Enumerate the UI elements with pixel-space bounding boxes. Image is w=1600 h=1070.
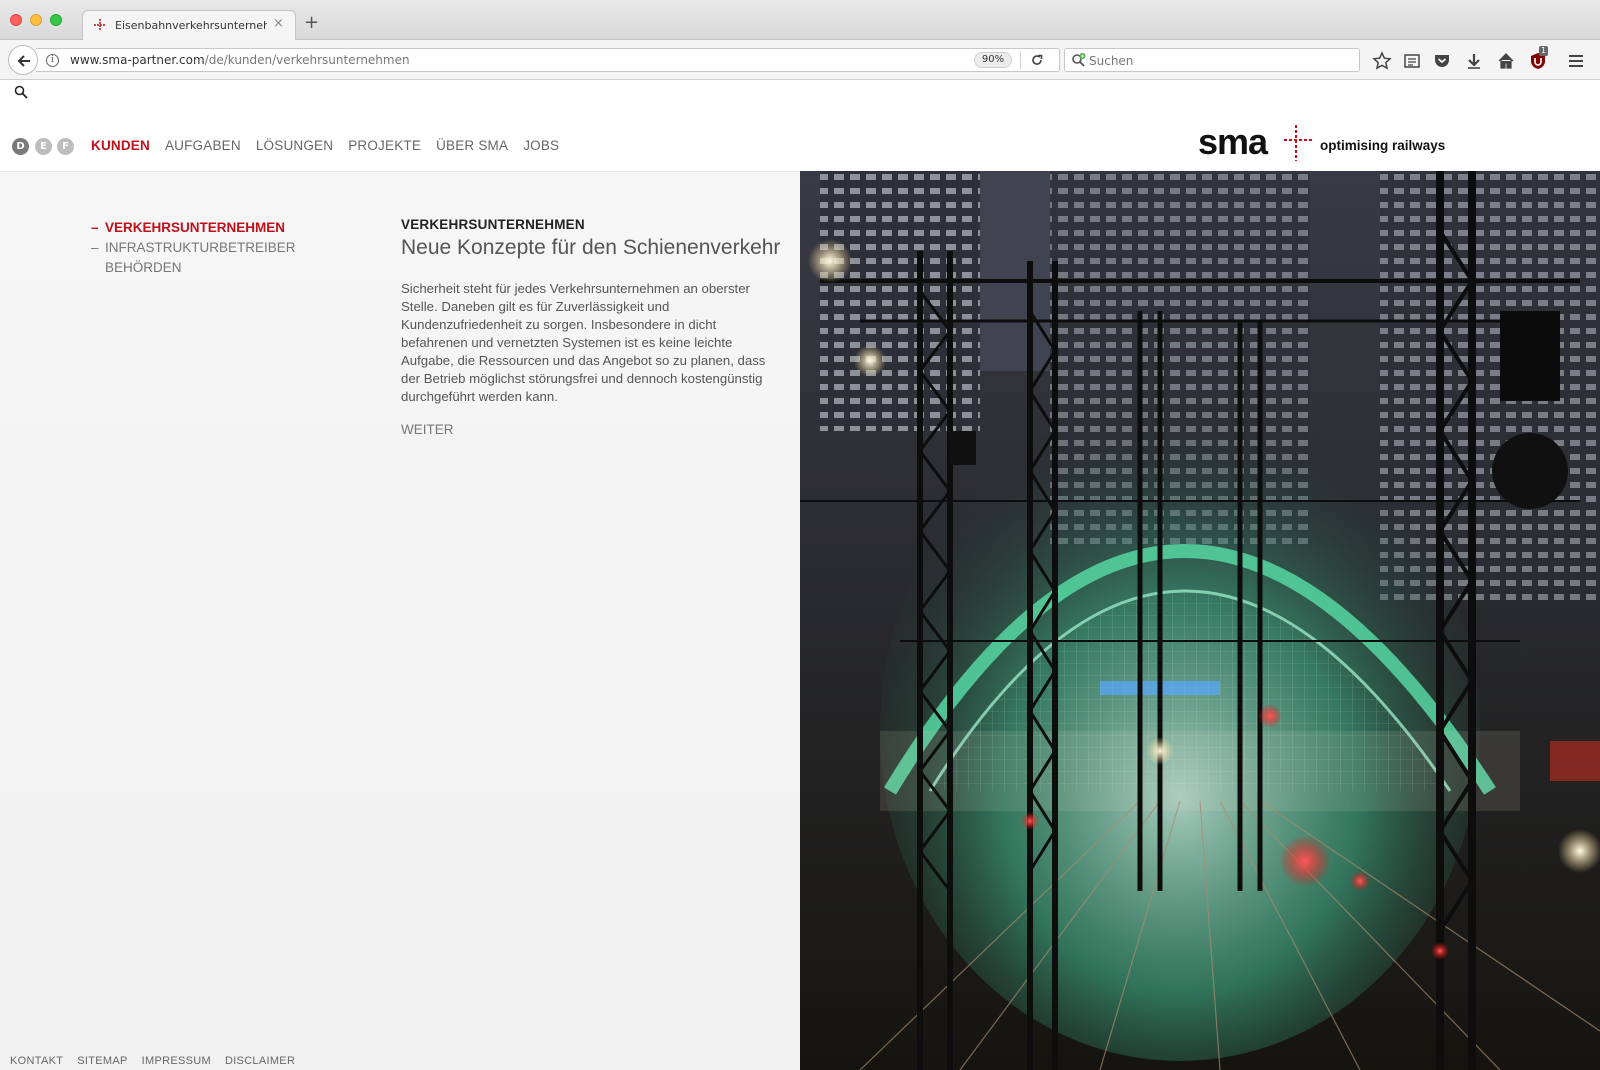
main-navigation: KUNDEN AUFGABEN LÖSUNGEN PROJEKTE ÜBER S… [91,138,559,153]
new-tab-button[interactable]: + [304,12,319,33]
zoom-window-button[interactable] [50,14,62,26]
logo-text: sma [1198,121,1268,162]
nav-aufgaben[interactable]: AUFGABEN [165,138,241,153]
content-panel: – VERKEHRSUNTERNEHMEN – INFRASTRUKTURBET… [0,171,800,1070]
subnav-item-label: INFRASTRUKTURBETREIBER [105,240,296,255]
logo-tagline: optimising railways [1320,138,1446,153]
browser-tabbar: Eisenbahnverkehrsunternehmen × + [0,0,1600,41]
subnav-dash: – [91,240,99,255]
subnav-dash: – [91,220,99,235]
address-bar[interactable]: i www.sma-partner.com/de/kunden/verkehrs… [36,48,1060,72]
close-tab-icon[interactable]: × [273,16,284,31]
article-body: Sicherheit steht für jedes Verkehrsunter… [401,281,766,404]
minimize-window-button[interactable] [30,14,42,26]
search-bar[interactable]: Suchen [1064,48,1360,72]
hero-image [800,171,1600,1070]
subnav-item-label: VERKEHRSUNTERNEHMEN [105,220,286,235]
footer-disclaimer-link[interactable]: DISCLAIMER [225,1055,295,1067]
footer-sitemap-link[interactable]: SITEMAP [77,1055,127,1067]
site-header: D E F KUNDEN AUFGABEN LÖSUNGEN PROJEKTE … [0,121,1600,171]
hamburger-menu-icon[interactable] [1566,51,1586,71]
web-page: D E F KUNDEN AUFGABEN LÖSUNGEN PROJEKTE … [0,81,1600,1070]
ublock-badge: 1 [1539,46,1549,56]
subnav-dash [91,258,105,278]
tab-title: Eisenbahnverkehrsunternehmen [115,19,267,32]
search-engine-icon [1072,53,1086,67]
article: VERKEHRSUNTERNEHMEN Neue Konzepte für de… [401,217,781,437]
search-icon[interactable] [14,85,28,99]
download-icon[interactable] [1464,51,1484,71]
site-footer: KONTAKT SITEMAP IMPRESSUM DISCLAIMER [10,1055,295,1067]
nav-jobs[interactable]: JOBS [523,138,559,153]
weiter-link[interactable]: WEITER [401,422,781,437]
language-de-button[interactable]: D [12,138,29,155]
close-window-button[interactable] [10,14,22,26]
search-placeholder: Suchen [1089,54,1134,68]
subnav-item-verkehrsunternehmen[interactable]: – VERKEHRSUNTERNEHMEN [91,218,296,238]
footer-impressum-link[interactable]: IMPRESSUM [142,1055,211,1067]
language-fr-button[interactable]: F [57,138,74,155]
nav-kunden[interactable]: KUNDEN [91,138,150,153]
back-button[interactable] [8,45,38,75]
footer-kontakt-link[interactable]: KONTAKT [10,1055,63,1067]
site-info-icon[interactable]: i [46,54,59,67]
nav-loesungen[interactable]: LÖSUNGEN [256,138,333,153]
url-separator [1020,51,1021,70]
sub-navigation: – VERKEHRSUNTERNEHMEN – INFRASTRUKTURBET… [91,218,296,278]
url-path: /de/kunden/verkehrsunternehmen [204,53,410,67]
logo-plus-icon [1284,125,1312,161]
nav-ueber-sma[interactable]: ÜBER SMA [436,138,508,153]
article-kicker: VERKEHRSUNTERNEHMEN [401,217,585,232]
home-icon[interactable] [1496,51,1516,71]
subnav-item-infrastrukturbetreiber[interactable]: – INFRASTRUKTURBETREIBER [91,238,296,258]
railway-night-photo [800,171,1600,1070]
reading-list-icon[interactable] [1402,51,1422,71]
bookmark-star-icon[interactable] [1372,51,1392,71]
subnav-item-label: BEHÖRDEN [105,260,182,275]
browser-tab[interactable]: Eisenbahnverkehrsunternehmen × [82,10,296,41]
subnav-item-behoerden[interactable]: BEHÖRDEN [91,258,296,278]
sma-logo[interactable]: sma [1198,121,1318,163]
pocket-icon[interactable] [1432,51,1452,71]
url-text[interactable]: www.sma-partner.com/de/kunden/verkehrsun… [70,53,410,67]
browser-navbar: i www.sma-partner.com/de/kunden/verkehrs… [0,40,1600,80]
reload-icon[interactable] [1030,53,1044,67]
language-en-button[interactable]: E [35,138,52,155]
url-host: www.sma-partner.com [70,53,205,67]
back-arrow-icon [17,55,30,67]
article-headline: Neue Konzepte für den Schienenverkehr [401,236,781,259]
sma-favicon-icon [94,19,106,31]
nav-projekte[interactable]: PROJEKTE [348,138,421,153]
zoom-level-badge[interactable]: 90% [974,52,1012,68]
